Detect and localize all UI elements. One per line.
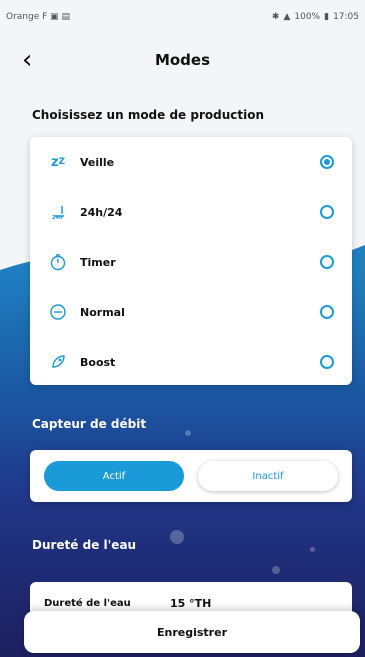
signal-icon: ▲: [283, 12, 291, 22]
water-hardness-value: 15 °TH: [170, 597, 212, 610]
mode-label: Veille: [80, 155, 115, 169]
bubble-decoration: [272, 566, 280, 574]
radio-veille[interactable]: [320, 155, 334, 169]
save-button[interactable]: Enregistrer: [24, 611, 360, 653]
mode-row-veille[interactable]: zZ Veille: [30, 137, 352, 187]
svg-text:24h: 24h: [52, 215, 63, 220]
actif-button[interactable]: Actif: [44, 461, 184, 491]
notification-icons: ▣ ▤: [50, 12, 71, 22]
clock-24-icon: 24h: [48, 202, 68, 222]
bubble-decoration: [170, 530, 184, 544]
mode-row-timer[interactable]: Timer: [30, 237, 352, 287]
flow-sensor-toggle: Actif Inactif: [30, 450, 352, 502]
app-header: ‹ Modes: [0, 40, 365, 80]
carrier-text: Orange F: [6, 12, 48, 22]
bubble-decoration: [310, 547, 315, 552]
water-hardness-heading: Dureté de l'eau: [32, 538, 137, 552]
mode-row-24h[interactable]: 24h 24h/24: [30, 187, 352, 237]
mode-row-normal[interactable]: Normal: [30, 287, 352, 337]
back-arrow-icon[interactable]: ‹: [22, 47, 46, 73]
stopwatch-icon: [48, 252, 68, 272]
status-bar: Orange F ▣ ▤ ✱ ▲ 100% ▮ 17:05: [0, 0, 365, 34]
battery-icon: ▮: [324, 12, 330, 22]
rocket-icon: [48, 352, 68, 372]
battery-percent: 100%: [294, 12, 321, 22]
sleep-icon: zZ: [50, 154, 66, 170]
modes-card: zZ Veille 24h 24h/24 Timer Normal Boost: [30, 137, 352, 385]
mode-label: Boost: [80, 355, 116, 369]
inactif-button[interactable]: Inactif: [198, 461, 338, 491]
mode-row-boost[interactable]: Boost: [30, 337, 352, 387]
radio-normal[interactable]: [320, 305, 334, 319]
production-heading: Choisissez un mode de production: [32, 108, 265, 122]
radio-24h[interactable]: [320, 205, 334, 219]
radio-boost[interactable]: [320, 355, 334, 369]
page-title: Modes: [154, 51, 211, 69]
bluetooth-icon: ✱: [271, 12, 280, 22]
mode-label: Normal: [80, 305, 125, 319]
mode-label: Timer: [80, 255, 116, 269]
mode-label: 24h/24: [80, 205, 123, 219]
bubble-decoration: [185, 430, 191, 436]
minus-circle-icon: [48, 302, 68, 322]
clock-time: 17:05: [333, 12, 359, 22]
radio-timer[interactable]: [320, 255, 334, 269]
flow-sensor-heading: Capteur de débit: [32, 417, 147, 431]
water-hardness-label: Dureté de l'eau: [44, 598, 131, 609]
